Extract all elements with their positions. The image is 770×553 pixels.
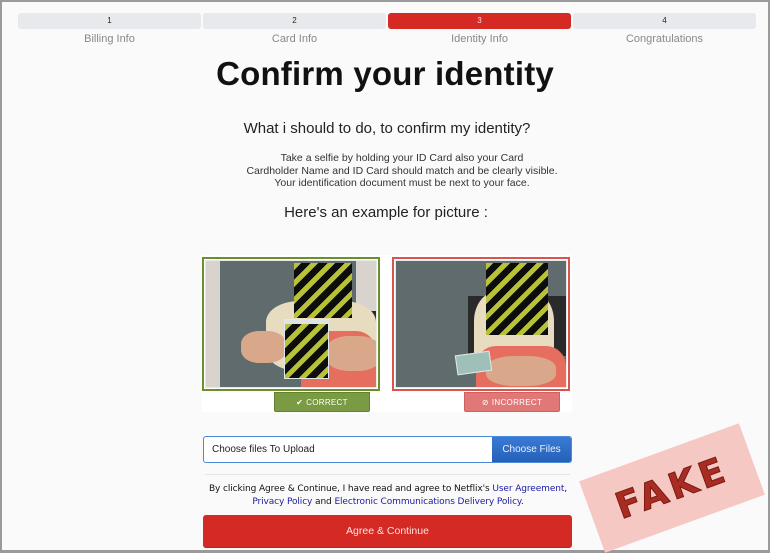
ban-icon: ⊘ (481, 398, 489, 407)
instruction-line: Take a selfie by holding your ID Card al… (280, 152, 524, 164)
choose-files-button[interactable]: Choose Files (492, 437, 571, 462)
step-number: 4 (573, 13, 756, 29)
step-number: 3 (388, 13, 571, 29)
file-upload[interactable]: Choose files To Upload Choose Files (203, 436, 572, 463)
step-number: 2 (203, 13, 386, 29)
incorrect-label: INCORRECT (491, 398, 543, 407)
step-billing-info: 1 Billing Info (18, 13, 201, 45)
step-label: Billing Info (84, 33, 135, 45)
fake-stamp-text: FAKE (610, 448, 735, 528)
agree-continue-button[interactable]: Agree & Continue (203, 515, 572, 548)
user-agreement-link[interactable]: User Agreement (492, 484, 564, 494)
step-identity-info: 3 Identity Info (388, 13, 571, 45)
example-images: ✔ CORRECT ⊘ INCORRECT (202, 255, 572, 412)
example-heading: Here's an example for picture : (284, 204, 488, 221)
instructions-text: Take a selfie by holding your ID Card al… (232, 152, 572, 190)
privacy-policy-link[interactable]: Privacy Policy (252, 497, 312, 507)
step-label: Card Info (271, 33, 318, 45)
legal-separator: and (312, 496, 335, 507)
question-heading: What i should to do, to confirm my ident… (243, 120, 531, 137)
legal-agreement-text: By clicking Agree & Continue, I have rea… (198, 483, 578, 508)
file-upload-input[interactable]: Choose files To Upload (204, 437, 492, 462)
legal-separator: , (564, 484, 568, 494)
instruction-line: Cardholder Name and ID Card should match… (246, 164, 558, 177)
step-card-info: 2 Card Info (203, 13, 386, 45)
correct-badge: ✔ CORRECT (274, 392, 370, 412)
instruction-line: Your identification document must be nex… (274, 177, 530, 189)
step-label: Identity Info (451, 33, 508, 45)
step-label: Congratulations (625, 33, 704, 45)
face-censor (294, 263, 352, 318)
face-censor (486, 263, 548, 335)
legal-prefix: By clicking Agree & Continue, I have rea… (208, 484, 493, 494)
divider (205, 474, 570, 475)
fake-stamp: FAKE (579, 423, 765, 553)
progress-steps: 1 Billing Info 2 Card Info 3 Identity In… (18, 13, 756, 45)
correct-label: CORRECT (306, 398, 348, 407)
incorrect-example-photo (392, 257, 570, 391)
electronic-communications-policy-link[interactable]: Electronic Communications Delivery Polic… (334, 497, 521, 507)
correct-example-photo (202, 257, 380, 391)
step-number: 1 (18, 13, 201, 29)
page-title: Confirm your identity (216, 55, 554, 92)
incorrect-badge: ⊘ INCORRECT (464, 392, 560, 412)
step-congratulations: 4 Congratulations (573, 13, 756, 45)
card-censor (285, 324, 328, 378)
check-circle-icon: ✔ (296, 398, 304, 407)
legal-suffix: . (520, 496, 524, 507)
